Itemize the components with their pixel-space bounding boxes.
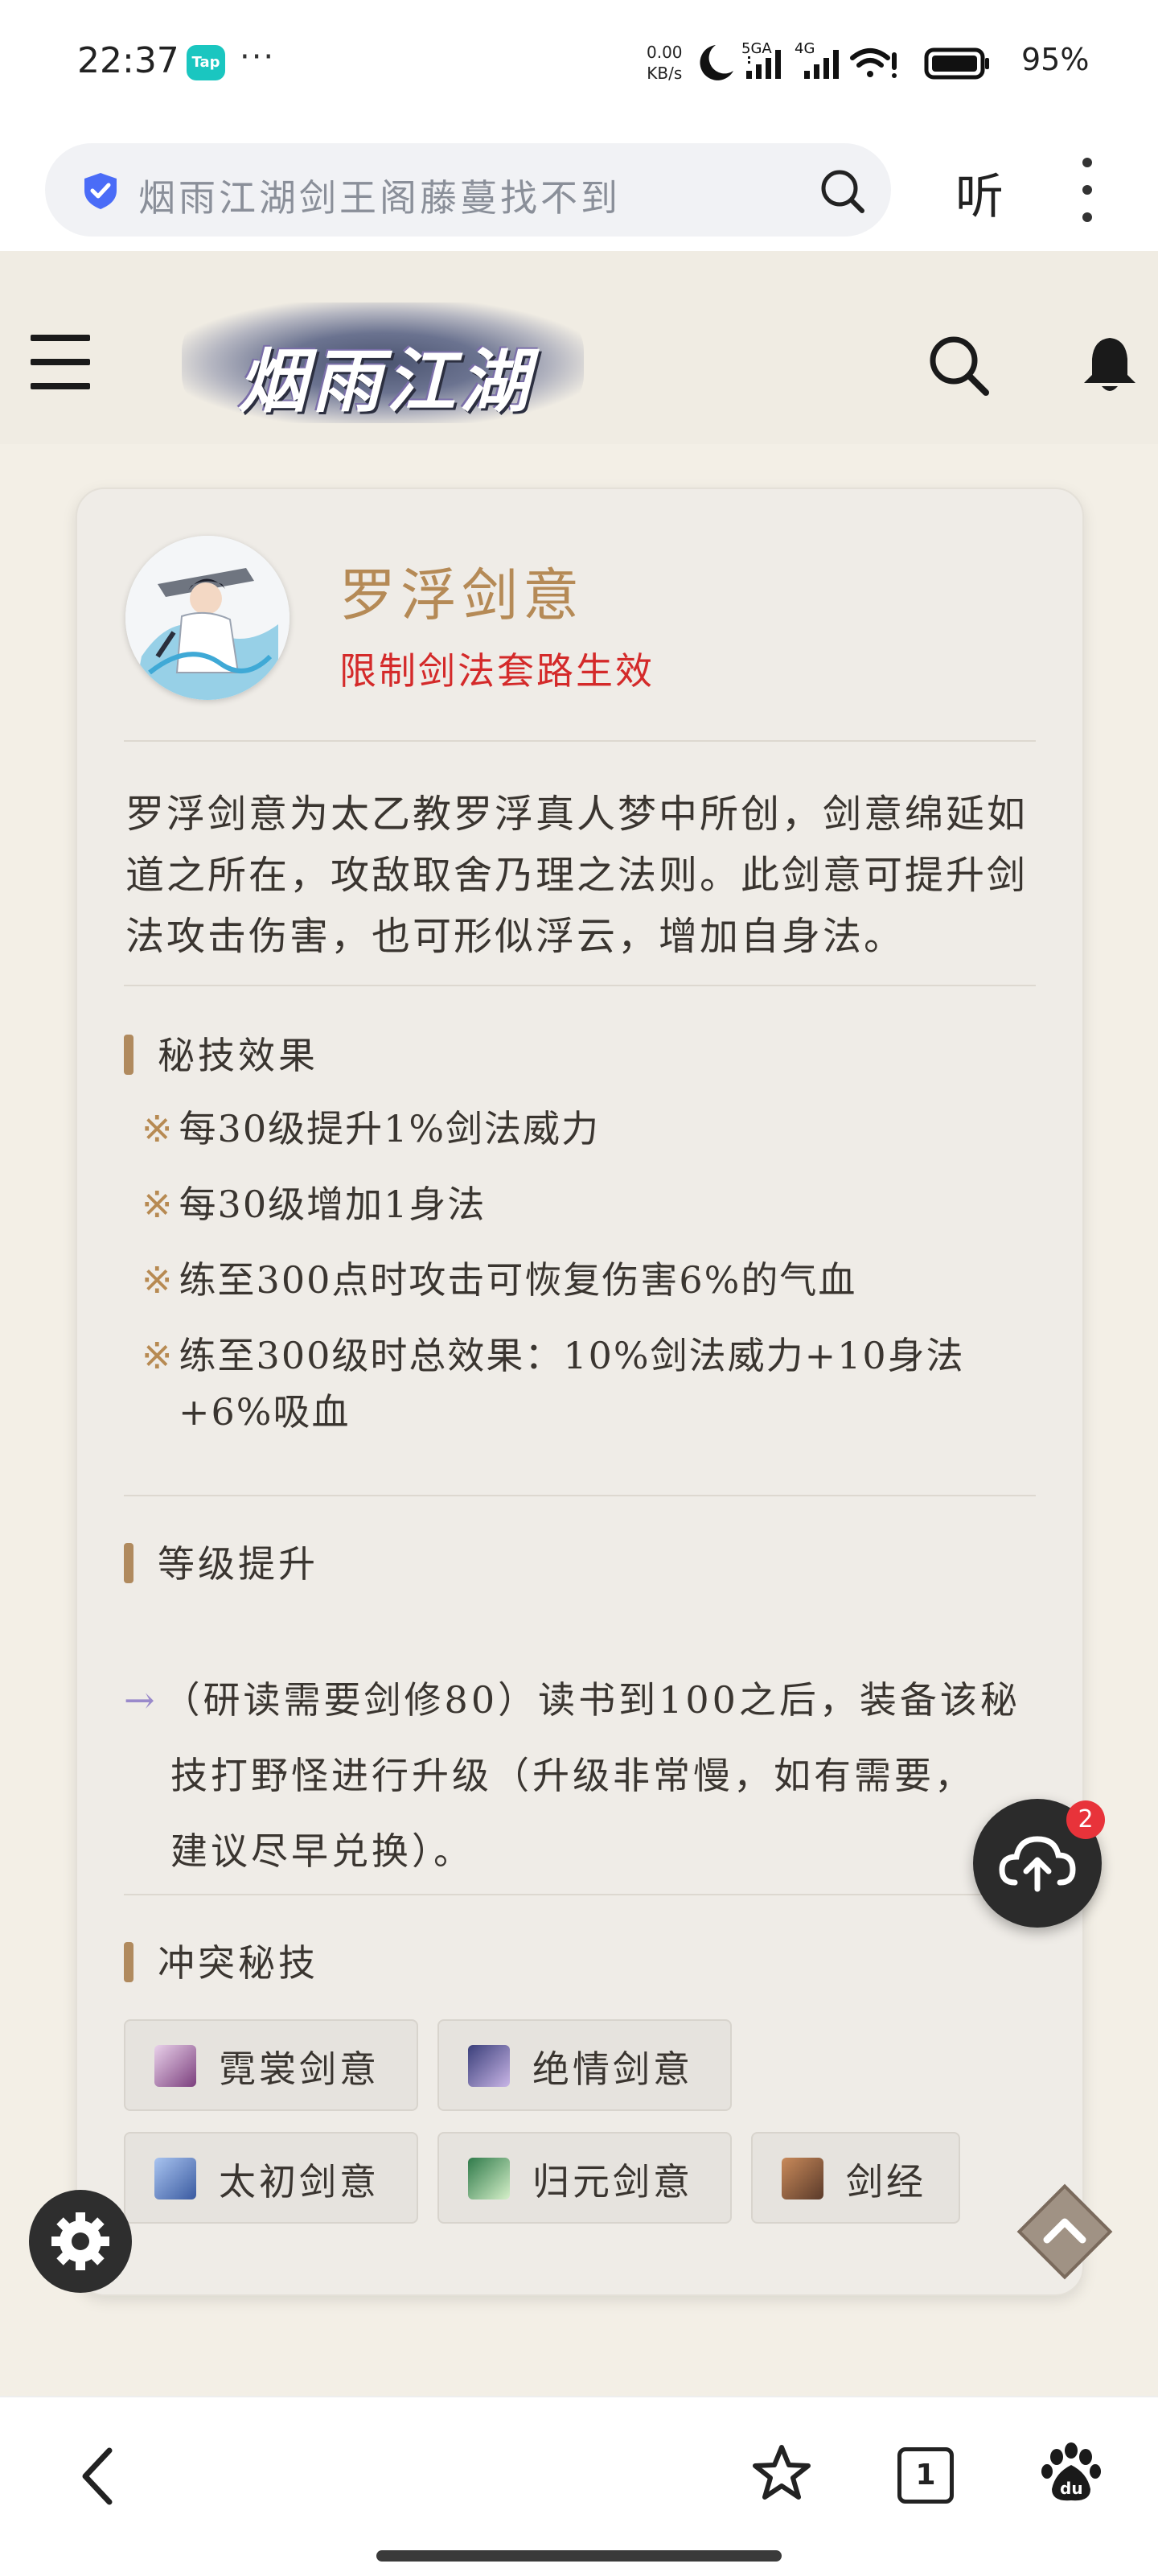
effect-mark: ※ xyxy=(142,1107,175,1150)
effect-text: 每30级提升1%剑法威力 xyxy=(179,1107,601,1150)
effect-item: ※ 练至300级时总效果：10%剑法威力+10身法 +6%吸血 xyxy=(142,1327,965,1440)
section-marker xyxy=(124,1942,133,1982)
skill-thumb-icon xyxy=(468,2045,510,2087)
effects-heading-text: 秘技效果 xyxy=(158,1034,318,1077)
divider xyxy=(124,740,1036,742)
effect-text: 每30级增加1身法 xyxy=(179,1183,487,1226)
site-logo[interactable]: 烟雨江湖 xyxy=(182,302,584,423)
browser-toolbar: 烟雨江湖剑王阁藤蔓找不到 听 xyxy=(0,129,1158,251)
section-marker xyxy=(124,1543,133,1583)
effect-mark: ※ xyxy=(142,1258,175,1302)
address-text[interactable]: 烟雨江湖剑王阁藤蔓找不到 xyxy=(138,169,621,222)
signal-4g-icon: 4G xyxy=(795,40,839,79)
conflict-chip[interactable]: 霓裳剑意 xyxy=(124,2019,418,2111)
conflict-heading: 冲突秘技 xyxy=(124,1934,318,1987)
signal-5ga-icon: 5GA xyxy=(741,40,781,79)
signal-4g-label: 4G xyxy=(795,40,815,57)
skill-restriction: 限制剑法套路生效 xyxy=(339,649,655,693)
section-marker xyxy=(124,1035,133,1075)
conflict-chip[interactable]: 剑经 xyxy=(751,2132,960,2224)
skill-avatar xyxy=(125,536,290,700)
baidu-paw-icon[interactable]: du xyxy=(1039,2441,1103,2505)
gear-icon xyxy=(51,2212,109,2270)
settings-button[interactable] xyxy=(29,2190,132,2293)
browser-bottom-bar: 1 du xyxy=(0,2396,1158,2576)
divider xyxy=(124,985,1036,986)
more-notifications-icon: ··· xyxy=(240,39,276,76)
tabs-count-button[interactable]: 1 xyxy=(897,2447,954,2504)
effect-mark: ※ xyxy=(142,1334,175,1377)
status-bar: 22:37 Tap ··· 0.00 KB/s 5GA 4G 95% xyxy=(0,0,1158,129)
battery-percent: 95% xyxy=(1021,42,1090,77)
svg-text:du: du xyxy=(1060,2479,1083,2498)
wifi-icon xyxy=(850,48,897,78)
skill-title: 罗浮剑意 xyxy=(339,562,584,628)
listen-button[interactable]: 听 xyxy=(955,158,1004,228)
upgrade-heading-text: 等级提升 xyxy=(158,1542,318,1586)
address-bar[interactable]: 烟雨江湖剑王阁藤蔓找不到 xyxy=(45,143,891,237)
upgrade-line-1: （研读需要剑修80）读书到100之后，装备该秘 xyxy=(162,1678,1020,1722)
divider xyxy=(124,1495,1036,1496)
status-icons: 5GA 4G xyxy=(700,40,989,80)
network-speed-unit: KB/s xyxy=(647,64,683,83)
clock: 22:37 xyxy=(77,40,179,81)
effect-text-continued: +6%吸血 xyxy=(179,1390,351,1434)
upgrade-arrow: → xyxy=(124,1678,158,1722)
security-shield-icon xyxy=(84,173,117,209)
network-speed: 0.00 KB/s xyxy=(647,42,683,84)
taptap-app-icon: Tap xyxy=(187,45,225,80)
effect-item: ※ 练至300点时攻击可恢复伤害6%的气血 xyxy=(142,1252,856,1308)
effect-item: ※ 每30级提升1%剑法威力 xyxy=(142,1101,600,1157)
effect-text: 练至300点时攻击可恢复伤害6%的气血 xyxy=(179,1258,857,1302)
network-speed-value: 0.00 xyxy=(647,43,683,62)
skill-card: 罗浮剑意 限制剑法套路生效 罗浮剑意为太乙教罗浮真人梦中所创，剑意绵延如道之所在… xyxy=(76,488,1084,2296)
conflict-chip[interactable]: 太初剑意 xyxy=(124,2132,418,2224)
conflict-chip-label: 霓裳剑意 xyxy=(219,2047,380,2091)
do-not-disturb-moon-icon xyxy=(700,45,733,80)
conflict-heading-text: 冲突秘技 xyxy=(158,1941,318,1985)
home-indicator[interactable] xyxy=(376,2550,782,2562)
upgrade-text: → （研读需要剑修80）读书到100之后，装备该秘 技打野怪进行升级（升级非常慢，… xyxy=(124,1662,1033,1889)
skill-description: 罗浮剑意为太乙教罗浮真人梦中所创，剑意绵延如道之所在，攻敌取舍乃理之法则。此剑意… xyxy=(125,792,1029,959)
menu-icon[interactable] xyxy=(31,335,90,407)
conflict-chip-label: 绝情剑意 xyxy=(532,2047,693,2091)
conflict-chip[interactable]: 归元剑意 xyxy=(437,2132,732,2224)
logo-text: 烟雨江湖 xyxy=(238,341,534,422)
more-menu-icon[interactable] xyxy=(1082,158,1092,240)
site-search-icon[interactable] xyxy=(925,331,992,399)
search-icon[interactable] xyxy=(817,166,868,217)
bookmark-star-icon[interactable] xyxy=(751,2442,812,2504)
battery-icon xyxy=(924,47,989,80)
notification-bell-icon[interactable] xyxy=(1076,331,1144,399)
scroll-to-top-button[interactable] xyxy=(1012,2179,1118,2285)
effect-text: 练至300级时总效果：10%剑法威力+10身法 xyxy=(179,1334,965,1377)
conflict-chip-label: 剑经 xyxy=(846,2160,926,2204)
signal-5ga-label: 5GA xyxy=(741,40,772,57)
site-header: 烟雨江湖 xyxy=(0,251,1158,444)
effect-mark: ※ xyxy=(142,1183,175,1226)
back-arrow-icon[interactable] xyxy=(74,2446,122,2507)
upgrade-line-2: 技打野怪进行升级（升级非常慢，如有需要， xyxy=(170,1754,975,1797)
effect-item: ※ 每30级增加1身法 xyxy=(142,1176,486,1232)
conflict-chip[interactable]: 绝情剑意 xyxy=(437,2019,732,2111)
upgrade-line-3: 建议尽早兑换）。 xyxy=(170,1829,474,1873)
swordsman-portrait-icon xyxy=(125,536,290,700)
skill-thumb-icon xyxy=(154,2158,196,2199)
upgrade-heading: 等级提升 xyxy=(124,1535,318,1588)
skill-thumb-icon xyxy=(782,2158,823,2199)
conflict-chip-label: 归元剑意 xyxy=(532,2160,693,2204)
upload-count-badge: 2 xyxy=(1066,1800,1105,1839)
conflict-chip-label: 太初剑意 xyxy=(219,2160,380,2204)
divider xyxy=(124,1894,1036,1895)
skill-thumb-icon xyxy=(154,2045,196,2087)
skill-thumb-icon xyxy=(468,2158,510,2199)
effects-heading: 秘技效果 xyxy=(124,1027,318,1080)
